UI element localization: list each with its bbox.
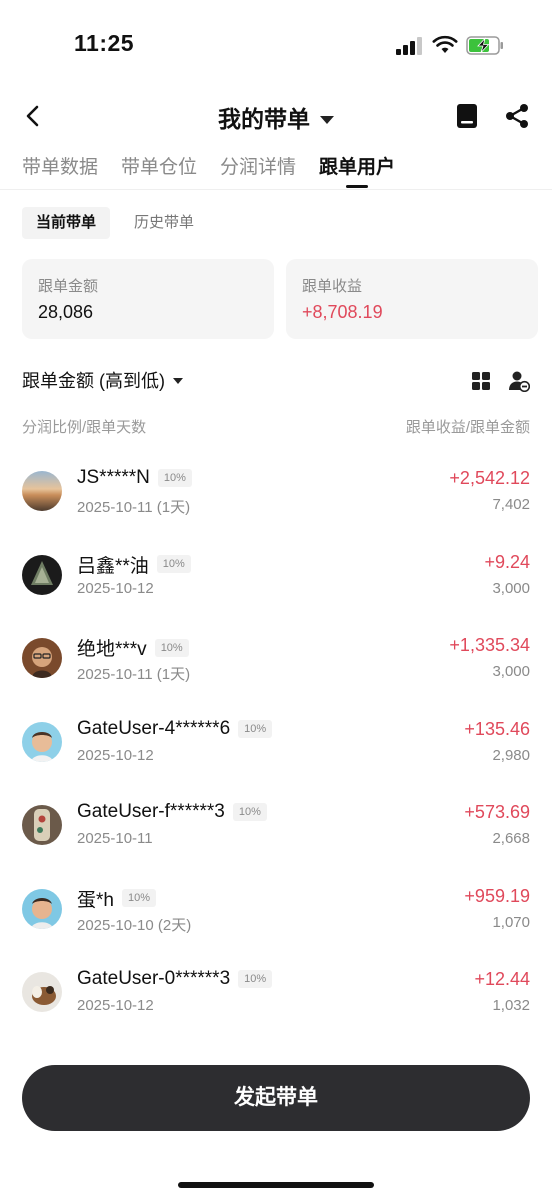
avatar [22, 638, 62, 678]
tab-leading-positions[interactable]: 带单仓位 [121, 152, 197, 186]
share-ratio-badge: 10% [238, 970, 273, 988]
page-title: 我的带单 [218, 106, 310, 132]
share-ratio-badge: 10% [232, 803, 267, 821]
follower-amount: 3,000 [492, 579, 530, 597]
list-item[interactable]: GateUser-f******3 10% 2025-10-11 +573.69 … [0, 788, 552, 872]
home-indicator[interactable] [178, 1182, 374, 1188]
follower-name: JS*****N 10% [77, 467, 192, 489]
avatar [22, 554, 62, 595]
book-icon[interactable] [455, 103, 479, 129]
follower-name-text: 绝地***v [77, 639, 147, 660]
list-item[interactable]: JS*****N 10% 2025-10-11 (1天) +2,542.12 7,… [0, 454, 552, 538]
cellular-signal-icon [396, 37, 422, 55]
follower-profit: +959.19 [464, 885, 530, 906]
follower-name-text: GateUser-f******3 [77, 801, 225, 822]
follower-name-text: 蛋*h [77, 889, 114, 911]
battery-charging-icon [466, 36, 503, 55]
follow-date: 2025-10-11 (1天) [77, 666, 191, 683]
tab-followers[interactable]: 跟单用户 [319, 152, 395, 186]
follow-date: 2025-10-11 (1天) [77, 499, 191, 516]
follow-date: 2025-10-12 [77, 579, 154, 597]
subtab-current[interactable]: 当前带单 [22, 207, 111, 239]
follower-amount: 1,032 [492, 997, 530, 1014]
follower-amount: 3,000 [492, 663, 530, 680]
top-nav: 我的带单 [0, 88, 552, 144]
remove-user-icon[interactable] [508, 370, 530, 392]
follow-date: 2025-10-12 [77, 746, 154, 764]
follower-name: GateUser-f******3 10% [77, 801, 267, 823]
status-time: 11:25 [74, 30, 135, 56]
tab-leading-data[interactable]: 带单数据 [22, 152, 98, 186]
share-ratio-badge: 10% [154, 638, 189, 657]
follower-name-text: JS*****N [77, 467, 150, 488]
follower-name: 绝地***v 10% [77, 634, 189, 661]
grid-view-icon[interactable] [472, 372, 490, 390]
follower-list: JS*****N 10% 2025-10-11 (1天) +2,542.12 7,… [0, 454, 552, 1039]
follow-date: 2025-10-12 [77, 997, 154, 1014]
tab-profit-share-details[interactable]: 分润详情 [220, 152, 296, 186]
follower-amount: 1,070 [492, 913, 530, 931]
follower-profit: +9.24 [484, 551, 530, 572]
sort-row: 跟单金额 (高到低) [22, 366, 530, 396]
follower-profit: +1,335.34 [449, 635, 530, 655]
tab-divider [0, 189, 552, 190]
caret-down-icon [320, 115, 334, 124]
sort-label: 跟单金额 (高到低) [22, 371, 165, 391]
follower-name: 吕鑫**油 10% [77, 551, 191, 578]
follow-amount-label: 跟单金额 [38, 278, 99, 295]
list-item[interactable]: 绝地***v 10% 2025-10-11 (1天) +1,335.34 3,00… [0, 621, 552, 705]
column-header-right: 跟单收益/跟单金额 [405, 419, 530, 436]
follow-profit-value: +8,708.19 [302, 302, 383, 322]
follower-profit: +573.69 [464, 802, 530, 822]
caret-down-icon [173, 377, 183, 384]
follower-amount: 2,668 [492, 830, 530, 847]
follower-name: GateUser-0******3 10% [77, 968, 273, 990]
column-headers: 分润比例/跟单天数 跟单收益/跟单金额 [22, 416, 530, 437]
follow-amount-value: 28,086 [38, 302, 94, 322]
follow-profit-label: 跟单收益 [302, 278, 363, 295]
follow-date: 2025-10-11 [77, 830, 153, 847]
avatar [22, 471, 62, 511]
follow-profit-card: 跟单收益 +8,708.19 [286, 259, 538, 339]
sort-dropdown[interactable]: 跟单金额 (高到低) [22, 371, 183, 391]
start-leading-button[interactable]: 发起带单 [22, 1065, 530, 1131]
subtab-history[interactable]: 历史带单 [120, 207, 208, 239]
follow-amount-card: 跟单金额 28,086 [22, 259, 274, 339]
follower-profit: +12.44 [474, 969, 530, 989]
follower-profit: +135.46 [464, 718, 530, 739]
avatar [22, 805, 62, 845]
avatar [22, 972, 62, 1012]
avatar [22, 888, 62, 929]
status-bar: 11:25 [0, 0, 552, 88]
follower-amount: 7,402 [492, 496, 530, 513]
list-item[interactable]: 吕鑫**油 10% 2025-10-12 +9.24 3,000 [0, 538, 552, 622]
share-ratio-badge: 10% [156, 555, 191, 573]
share-ratio-badge: 10% [238, 719, 273, 738]
column-header-left: 分润比例/跟单天数 [22, 419, 147, 436]
follower-name-text: 吕鑫**油 [77, 555, 149, 577]
share-ratio-badge: 10% [157, 469, 192, 487]
share-icon[interactable] [503, 102, 531, 130]
list-item[interactable]: GateUser-4******6 10% 2025-10-12 +135.46 … [0, 705, 552, 789]
follower-name: 蛋*h 10% [77, 885, 156, 912]
tab-bar: 带单数据 带单仓位 分润详情 跟单用户 [22, 152, 418, 188]
share-ratio-badge: 10% [121, 889, 156, 907]
follower-amount: 2,980 [492, 746, 530, 764]
follower-name-text: GateUser-0******3 [77, 968, 231, 989]
follower-profit: +2,542.12 [449, 468, 530, 488]
wifi-icon [432, 35, 458, 53]
follower-name: GateUser-4******6 10% [77, 717, 273, 740]
follow-date: 2025-10-10 (2天) [77, 916, 192, 934]
subtab-bar: 当前带单 历史带单 [22, 207, 208, 239]
avatar [22, 721, 62, 762]
list-item[interactable]: GateUser-0******3 10% 2025-10-12 +12.44 1… [0, 955, 552, 1039]
list-item[interactable]: 蛋*h 10% 2025-10-10 (2天) +959.19 1,070 [0, 872, 552, 956]
follower-name-text: GateUser-4******6 [77, 717, 231, 739]
